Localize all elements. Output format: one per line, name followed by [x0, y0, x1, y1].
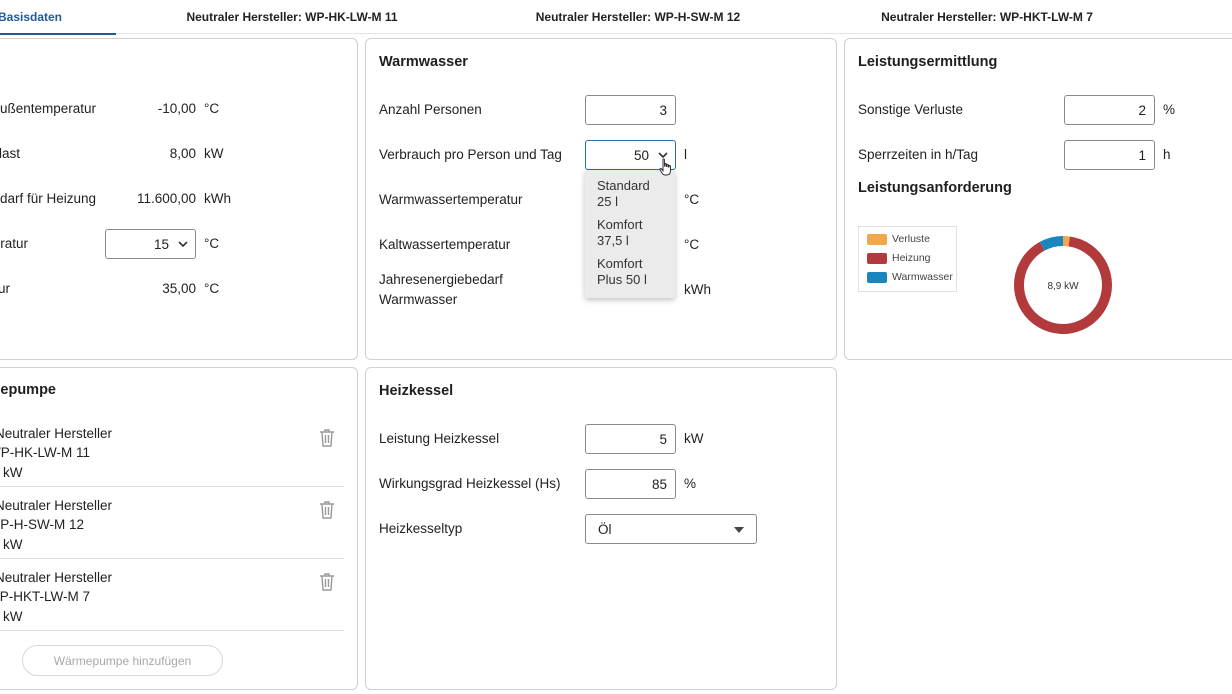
tab-wp-hkt-lw-m-7[interactable]: Neutraler Hersteller: WP-HKT-LW-M 7 — [881, 0, 1093, 34]
jahresenergiebedarf-ww-label-line2: Warmwasser — [379, 292, 458, 307]
verbrauch-dropdown-menu: Standard 25 l Komfort 37,5 l Komfort Plu… — [585, 170, 675, 298]
verbrauch-unit: l — [684, 147, 687, 162]
leistung-heizkessel-unit: kW — [684, 431, 704, 446]
sperrzeiten-label: Sperrzeiten in h/Tag — [858, 147, 979, 162]
sonstige-verluste-input[interactable]: 2 — [1064, 95, 1155, 125]
donut-center-label: 8,9 kW — [1047, 281, 1079, 292]
kaltwassertemperatur-unit: °C — [684, 237, 700, 252]
kaltwassertemperatur-label: Kaltwassertemperatur — [379, 237, 511, 252]
verbrauch-label: Verbrauch pro Person und Tag — [379, 147, 562, 162]
legend-item-heizung[interactable]: Heizung — [867, 252, 931, 264]
wirkungsgrad-label: Wirkungsgrad Heizkessel (Hs) — [379, 476, 561, 491]
list-item: Neutraler Hersteller WP-H-SW-M 12 kW — [0, 487, 344, 559]
normaussentemperatur-unit: °C — [204, 101, 220, 116]
tab-basisdaten[interactable]: Basisdaten — [0, 0, 116, 35]
jahresenergiebedarf-heizung-value: 11.600,00 — [136, 191, 196, 206]
tab-wp-hk-lw-m-11[interactable]: Neutraler Hersteller: WP-HK-LW-M 11 — [186, 0, 397, 34]
wirkungsgrad-input[interactable]: 85 — [585, 469, 676, 499]
warmwasser-title: Warmwasser — [379, 54, 468, 70]
anzahl-personen-input[interactable]: 3 — [585, 95, 676, 125]
sonstige-verluste-label: Sonstige Verluste — [858, 102, 964, 117]
heizlast-label: Heizlast — [0, 146, 20, 161]
leistung-heizkessel-input[interactable]: 5 — [585, 424, 676, 454]
hand-cursor-icon — [659, 158, 671, 176]
leistung-heizkessel-label: Leistung Heizkessel — [379, 431, 500, 446]
leistungsermittlung-title: Leistungsermittlung — [858, 54, 998, 70]
heizgrenztemperatur-select[interactable]: 15 — [105, 229, 196, 259]
waermepumpe-title: Wärmepumpe — [0, 382, 56, 398]
normaussentemperatur-value: -10,00 — [157, 101, 196, 116]
basisdaten-content: Normaußentemperatur -10,00 °C Heizlast 8… — [0, 38, 358, 360]
leistungsanforderung-title: Leistungsanforderung — [858, 180, 1012, 196]
heizkesseltyp-label: Heizkesseltyp — [379, 521, 463, 536]
vorlauftemperatur-value: 35,00 — [162, 281, 196, 296]
heizkessel-title: Heizkessel — [379, 383, 454, 399]
jahresenergiebedarf-ww-label-line1: Jahresenergiebedarf — [379, 272, 503, 287]
heizkessel-card: Heizkessel Leistung Heizkessel 5 kW Wirk… — [365, 367, 837, 690]
sperrzeiten-input[interactable]: 1 — [1064, 140, 1155, 170]
legend-swatch-verluste — [867, 233, 887, 245]
heizgrenztemperatur-unit: °C — [204, 236, 220, 251]
legend-swatch-heizung — [867, 252, 887, 264]
heizlast-unit: kW — [204, 146, 224, 161]
warmwassertemperatur-unit: °C — [684, 192, 700, 207]
vorlauftemperatur-unit: °C — [204, 281, 220, 296]
wirkungsgrad-unit: % — [684, 476, 697, 491]
warmwassertemperatur-label: Warmwassertemperatur — [379, 192, 523, 207]
jahresenergiebedarf-heizung-label: Jahresenergiebedarf für Heizung — [0, 191, 96, 206]
vorlauftemperatur-label: Vorlauftemperatur — [0, 281, 10, 296]
trash-icon[interactable] — [318, 572, 336, 592]
caret-down-icon — [734, 527, 744, 533]
chevron-down-icon — [178, 241, 188, 248]
leistungsanforderung-donut-chart: 8,9 kW — [1014, 236, 1112, 334]
sonstige-verluste-unit: % — [1163, 102, 1176, 117]
jahresenergiebedarf-heizung-unit: kWh — [204, 191, 231, 206]
tab-bar: Basisdaten Neutraler Hersteller: WP-HK-L… — [0, 0, 1232, 35]
dropdown-option-standard[interactable]: Standard 25 l — [585, 176, 675, 215]
heizlast-value: 8,00 — [169, 146, 196, 161]
list-item: Neutraler Hersteller WP-HKT-LW-M 7 kW — [0, 559, 344, 631]
anzahl-personen-label: Anzahl Personen — [379, 102, 482, 117]
sperrzeiten-unit: h — [1163, 147, 1171, 162]
jahresenergiebedarf-ww-unit: kWh — [684, 282, 711, 297]
heizgrenztemperatur-label: Heizgrenztemperatur — [0, 236, 28, 251]
tab-wp-h-sw-m-12[interactable]: Neutraler Hersteller: WP-H-SW-M 12 — [536, 0, 740, 34]
legend-swatch-warmwasser — [867, 271, 887, 283]
heizkesseltyp-select[interactable]: Öl — [585, 514, 757, 544]
chart-legend: Verluste Heizung Warmwasser — [858, 226, 957, 292]
dropdown-option-komfort[interactable]: Komfort 37,5 l — [585, 215, 675, 254]
waermepumpe-content: Wärmepumpe Neutraler Hersteller WP-HK-LW… — [0, 367, 358, 690]
legend-item-warmwasser[interactable]: Warmwasser — [867, 271, 953, 283]
dropdown-option-komfort-plus[interactable]: Komfort Plus 50 l — [585, 254, 675, 293]
list-item: Neutraler Hersteller WP-HK-LW-M 11 kW — [0, 415, 344, 487]
trash-icon[interactable] — [318, 428, 336, 448]
normaussentemperatur-label: Normaußentemperatur — [0, 101, 96, 116]
legend-item-verluste[interactable]: Verluste — [867, 233, 930, 245]
trash-icon[interactable] — [318, 500, 336, 520]
add-waermepumpe-button[interactable]: Wärmepumpe hinzufügen — [22, 645, 223, 676]
